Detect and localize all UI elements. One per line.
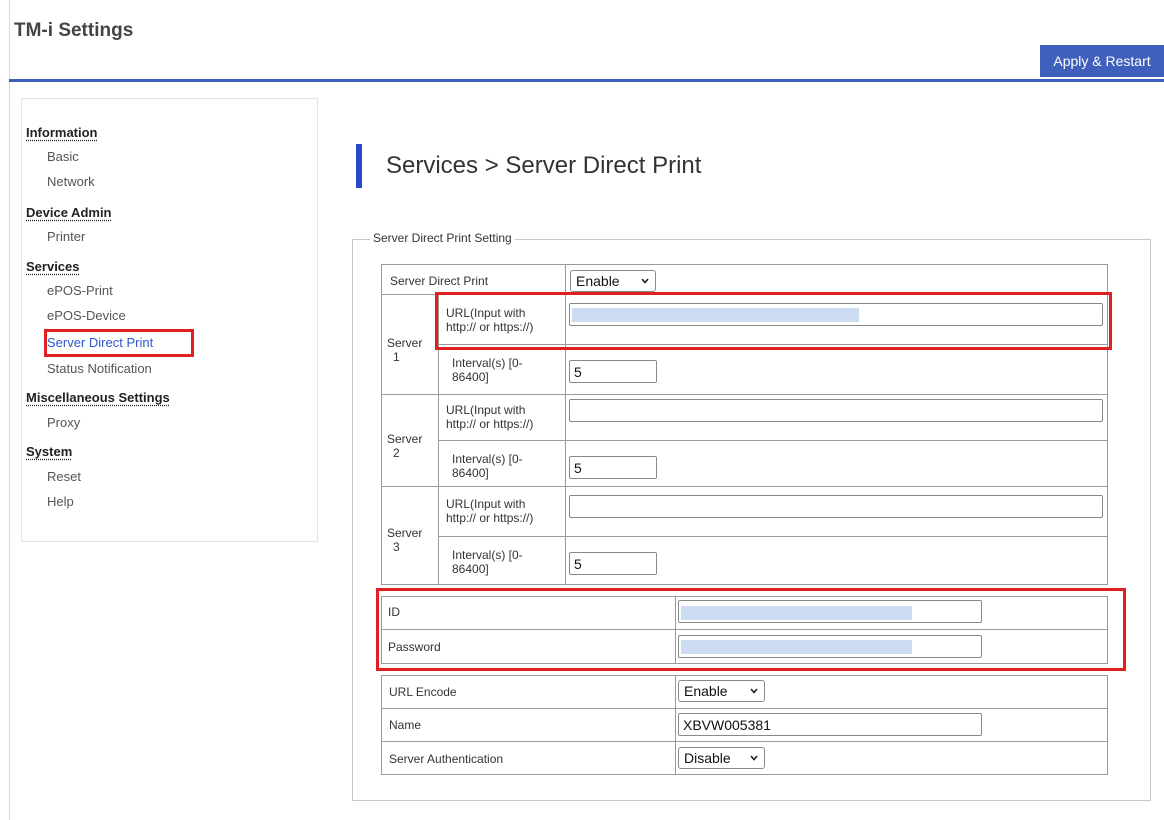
sidebar-highlight-box bbox=[44, 329, 194, 357]
server3-label: Server bbox=[387, 526, 423, 540]
server3-interval-input[interactable]: 5 bbox=[569, 552, 657, 575]
nav-item-status-notification[interactable]: Status Notification bbox=[47, 361, 152, 376]
url-encode-select-value: Enable bbox=[684, 683, 728, 699]
nav-item-basic[interactable]: Basic bbox=[47, 149, 79, 164]
page-title-accent-bar bbox=[356, 144, 362, 188]
server2-interval-input[interactable]: 5 bbox=[569, 456, 657, 479]
left-border bbox=[9, 0, 10, 820]
app-title: TM-i Settings bbox=[14, 20, 134, 41]
server2-interval-label-line1: Interval(s) [0- bbox=[452, 452, 523, 466]
nav-group-information: Information bbox=[26, 125, 98, 140]
server2-url-label-line1: URL(Input with bbox=[446, 403, 526, 417]
server3-interval-value: 5 bbox=[574, 555, 582, 572]
server3-url-label-line2: http:// or https://) bbox=[446, 511, 534, 525]
server1-interval-label-line2: 86400] bbox=[452, 370, 489, 384]
server1-interval-input[interactable]: 5 bbox=[569, 360, 657, 383]
chevron-down-icon bbox=[750, 755, 758, 761]
nav-item-network[interactable]: Network bbox=[47, 174, 95, 189]
server2-interval-label-line2: 86400] bbox=[452, 466, 489, 480]
server1-label: Server bbox=[387, 336, 423, 350]
server1-number: 1 bbox=[393, 350, 400, 364]
name-input[interactable]: XBVW005381 bbox=[678, 713, 982, 736]
name-label: Name bbox=[389, 718, 422, 732]
server2-url-label-line2: http:// or https://) bbox=[446, 417, 534, 431]
server3-url-input[interactable] bbox=[569, 495, 1103, 518]
nav-item-reset[interactable]: Reset bbox=[47, 469, 81, 484]
server3-interval-label-line2: 86400] bbox=[452, 562, 489, 576]
url-encode-label: URL Encode bbox=[389, 685, 457, 699]
server1-interval-value: 5 bbox=[574, 363, 582, 380]
header-divider bbox=[9, 79, 1164, 82]
name-label-cell bbox=[381, 708, 676, 742]
nav-item-epos-device[interactable]: ePOS-Device bbox=[47, 308, 126, 323]
nav-group-device-admin: Device Admin bbox=[26, 205, 112, 220]
credentials-highlight-box bbox=[376, 588, 1126, 671]
url-encode-select[interactable]: Enable bbox=[678, 680, 765, 702]
server3-interval-label-line1: Interval(s) [0- bbox=[452, 548, 523, 562]
server-direct-print-select-value: Enable bbox=[576, 273, 620, 289]
server3-number: 3 bbox=[393, 540, 400, 554]
chevron-down-icon bbox=[750, 688, 758, 694]
server-direct-print-label: Server Direct Print bbox=[390, 274, 489, 288]
server2-label: Server bbox=[387, 432, 423, 446]
server1-interval-label-line1: Interval(s) [0- bbox=[452, 356, 523, 370]
server-direct-print-select[interactable]: Enable bbox=[570, 270, 656, 292]
server2-interval-value: 5 bbox=[574, 459, 582, 476]
nav-item-help[interactable]: Help bbox=[47, 494, 74, 509]
server-auth-label: Server Authentication bbox=[389, 752, 504, 766]
nav-group-services: Services bbox=[26, 259, 80, 274]
nav-group-miscellaneous: Miscellaneous Settings bbox=[26, 390, 170, 405]
name-value: XBVW005381 bbox=[683, 716, 771, 733]
server1-url-highlight-box bbox=[435, 292, 1112, 350]
server-auth-select[interactable]: Disable bbox=[678, 747, 765, 769]
page-title: Services > Server Direct Print bbox=[386, 152, 702, 179]
apply-restart-button[interactable]: Apply & Restart bbox=[1040, 45, 1164, 77]
server-auth-select-value: Disable bbox=[684, 750, 731, 766]
settings-fieldset-legend: Server Direct Print Setting bbox=[370, 231, 515, 245]
server2-number: 2 bbox=[393, 446, 400, 460]
nav-item-printer[interactable]: Printer bbox=[47, 229, 85, 244]
server3-url-label-line1: URL(Input with bbox=[446, 497, 526, 511]
nav-item-proxy[interactable]: Proxy bbox=[47, 415, 80, 430]
nav-item-epos-print[interactable]: ePOS-Print bbox=[47, 283, 113, 298]
nav-group-system: System bbox=[26, 444, 73, 459]
server2-url-input[interactable] bbox=[569, 399, 1103, 422]
chevron-down-icon bbox=[641, 278, 649, 284]
